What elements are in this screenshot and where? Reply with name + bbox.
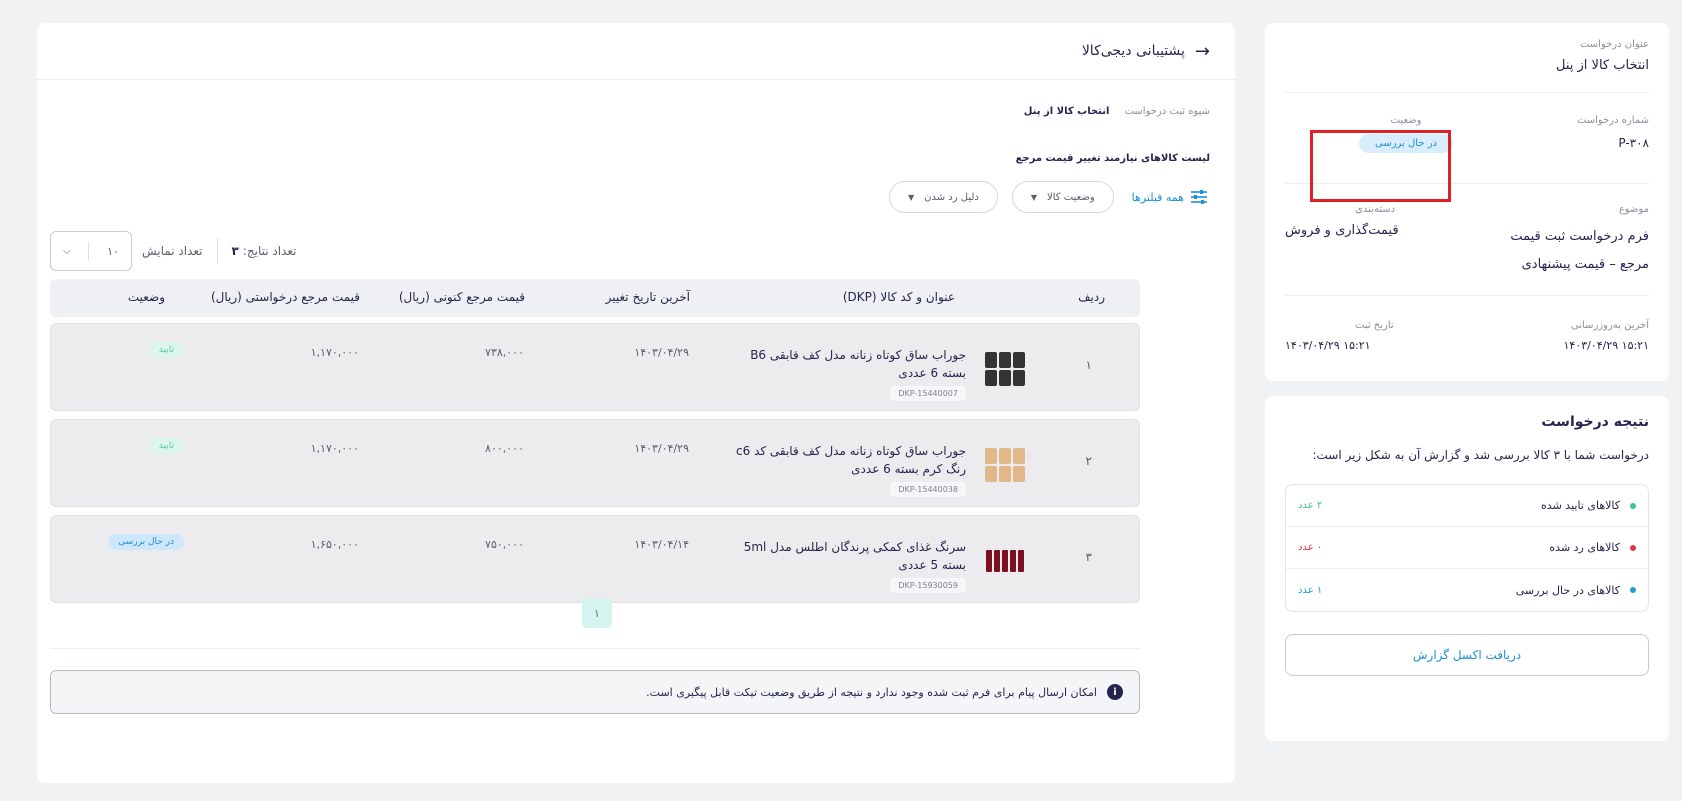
- current-price: ۷۳۸,۰۰۰: [485, 346, 524, 359]
- product-thumbnail-cream-socks: [983, 440, 1027, 490]
- all-filters-button[interactable]: همه فیلترها: [1132, 191, 1184, 204]
- product-dkp-code: DKP-15440007: [890, 386, 966, 401]
- main-panel: → پشتیبانی دیجی‌کالا شیوه ثبت درخواست ان…: [37, 23, 1235, 783]
- table-row[interactable]: ۲ جوراب ساق کوتاه زنانه مدل کف قابقی کد …: [50, 419, 1140, 507]
- request-title-value: انتخاب کالا از پنل: [1556, 58, 1649, 73]
- last-change-date: ۱۴۰۳/۰۴/۱۴: [634, 538, 689, 551]
- header-title: پشتیبانی دیجی‌کالا: [1081, 43, 1185, 59]
- request-created-label: تاریخ ثبت: [1355, 320, 1394, 331]
- product-title: جوراب ساق کوتاه زنانه مدل کف قابقی کد c6…: [736, 444, 966, 476]
- request-result-card: نتیجه درخواست درخواست شما با ۳ کالا بررس…: [1265, 396, 1669, 741]
- request-number-label: شماره درخواست: [1576, 115, 1649, 126]
- result-row-count: ۲ عدد: [1298, 500, 1323, 511]
- status-badge: تایید: [148, 438, 184, 454]
- table-row[interactable]: ۳ سرنگ غذای کمکی پرندگان اطلس مدل 5ml بس…: [50, 515, 1140, 603]
- result-description: درخواست شما با ۳ کالا بررسی شد و گزارش آ…: [1312, 448, 1649, 462]
- registration-method: شیوه ثبت درخواست انتخاب کالا از پنل: [1024, 106, 1210, 117]
- current-price: ۸۰۰,۰۰۰: [485, 442, 524, 455]
- page-size-label: تعداد نمایش: [142, 244, 203, 258]
- result-row-approved: کالاهای تایید شده ۲ عدد: [1286, 485, 1648, 527]
- result-row-reviewing: کالاهای در حال بررسی ۱ عدد: [1286, 569, 1648, 611]
- result-row-rejected: کالاهای رد شده ۰ عدد: [1286, 527, 1648, 569]
- request-created-value: ۱۵:۲۱ ۱۴۰۳/۰۴/۲۹: [1285, 339, 1371, 352]
- result-row-count: ۱ عدد: [1298, 584, 1323, 596]
- status-badge: تایید: [148, 342, 184, 358]
- approved-dot-icon: [1630, 502, 1636, 509]
- main-header: → پشتیبانی دیجی‌کالا: [37, 23, 1235, 80]
- product-title: جوراب ساق کوتاه زنانه مدل کف قابقی B6 بس…: [750, 348, 966, 380]
- results-meta: تعداد نتایج: ۳ تعداد نمایش ۱۰ ⌵: [50, 231, 297, 271]
- result-row-label: کالاهای رد شده: [1549, 541, 1620, 554]
- results-count-label: تعداد نتایج:: [242, 244, 297, 258]
- back-arrow-icon[interactable]: →: [1195, 41, 1210, 62]
- results-count-value: ۳: [231, 244, 239, 258]
- request-category-label: دسته‌بندی: [1355, 204, 1396, 215]
- reject-reason-filter-dropdown[interactable]: دلیل رد شدن ▼: [888, 181, 998, 213]
- result-row-count: ۰ عدد: [1298, 542, 1323, 553]
- requested-price: ۱,۱۷۰,۰۰۰: [310, 346, 359, 359]
- column-status: وضعیت: [127, 290, 165, 304]
- column-title: عنوان و کد کالا (DKP): [842, 290, 955, 304]
- notice-text: امکان ارسال پیام برای فرم ثبت شده وجود ن…: [646, 685, 1097, 699]
- result-row-label: کالاهای در حال بررسی: [1515, 583, 1620, 597]
- chevron-down-icon: ▼: [1030, 192, 1037, 202]
- request-updated-value: ۱۵:۲۱ ۱۴۰۳/۰۴/۲۹: [1563, 339, 1649, 352]
- table-header: ردیف عنوان و کد کالا (DKP) آخرین تاریخ ت…: [50, 279, 1140, 317]
- result-summary-box: کالاهای تایید شده ۲ عدد کالاهای رد شده ۰…: [1285, 484, 1649, 612]
- request-subject-label: موضوع: [1618, 204, 1649, 215]
- request-subject-value: فرم درخواست ثبت قیمت مرجع – قیمت پیشنهاد…: [1510, 229, 1649, 272]
- meta-divider: [216, 238, 218, 264]
- registration-method-label: شیوه ثبت درخواست: [1124, 106, 1210, 117]
- last-change-date: ۱۴۰۳/۰۴/۲۹: [634, 346, 689, 359]
- request-category-value: قیمت‌گذاری و فروش: [1285, 223, 1399, 238]
- reviewing-dot-icon: [1630, 587, 1636, 593]
- product-thumbnail-black-socks: [983, 344, 1027, 394]
- registration-method-value: انتخاب کالا از پنل: [1023, 106, 1110, 117]
- last-change-date: ۱۴۰۳/۰۴/۲۹: [634, 442, 689, 455]
- column-current-price: قیمت مرجع کنونی (ریال): [398, 290, 525, 304]
- notice-banner: i امکان ارسال پیام برای فرم ثبت شده وجود…: [50, 670, 1140, 714]
- pagination-page-1[interactable]: ۱: [582, 598, 612, 628]
- request-updated-label: آخرین به‌روزرسانی: [1570, 320, 1649, 331]
- filter-bar: همه فیلترها وضعیت کالا ▼ دلیل رد شدن ▼: [875, 181, 1210, 213]
- status-highlight-box: [1310, 130, 1451, 202]
- page-size-select[interactable]: ۱۰ ⌵: [50, 231, 132, 271]
- request-number-value: P-۳۰۸: [1618, 136, 1649, 150]
- product-dkp-code: DKP-15440038: [890, 482, 966, 497]
- page-size-value: ۱۰: [107, 244, 119, 258]
- download-excel-button[interactable]: دریافت اکسل گزارش: [1285, 634, 1649, 676]
- column-requested-price: قیمت مرجع درخواستی (ریال): [210, 290, 360, 304]
- request-info-card: عنوان درخواست انتخاب کالا از پنل شماره د…: [1265, 23, 1669, 381]
- request-status-label: وضعیت: [1390, 115, 1422, 126]
- column-last-change: آخرین تاریخ تغییر: [605, 290, 690, 304]
- row-index: ۱: [1085, 358, 1092, 372]
- chevron-down-icon: ▼: [907, 192, 915, 202]
- status-badge: در حال بررسی: [108, 534, 184, 550]
- current-price: ۷۵۰,۰۰۰: [485, 538, 524, 551]
- result-row-label: کالاهای تایید شده: [1541, 499, 1620, 512]
- request-title-row: عنوان درخواست انتخاب کالا از پنل: [1285, 23, 1649, 93]
- select-divider: [88, 242, 90, 260]
- section-divider: [50, 648, 1140, 649]
- column-index: ردیف: [1078, 290, 1105, 304]
- filter-sliders-icon[interactable]: [1188, 186, 1210, 208]
- status-filter-label: وضعیت کالا: [1047, 191, 1095, 203]
- requested-price: ۱,۱۷۰,۰۰۰: [310, 442, 359, 455]
- info-icon: i: [1107, 684, 1123, 700]
- product-title: سرنگ غذای کمکی پرندگان اطلس مدل 5ml بسته…: [743, 540, 966, 572]
- request-dates-row: آخرین به‌روزرسانی ۱۵:۲۱ ۱۴۰۳/۰۴/۲۹ تاریخ…: [1285, 296, 1649, 376]
- table-row[interactable]: ۱ جوراب ساق کوتاه زنانه مدل کف قابقی B6 …: [50, 323, 1140, 411]
- reject-reason-filter-label: دلیل رد شدن: [924, 191, 979, 203]
- row-index: ۲: [1085, 454, 1092, 468]
- chevron-down-icon: ⌵: [63, 245, 71, 257]
- product-dkp-code: DKP-15930059: [890, 578, 966, 593]
- status-filter-dropdown[interactable]: وضعیت کالا ▼: [1011, 181, 1114, 213]
- rejected-dot-icon: [1630, 544, 1636, 551]
- request-title-label: عنوان درخواست: [1579, 39, 1649, 50]
- row-index: ۳: [1085, 550, 1092, 564]
- result-title: نتیجه درخواست: [1541, 414, 1649, 430]
- list-title: لیست کالاهای نیازمند تغییر قیمت مرجع: [1015, 153, 1210, 164]
- product-thumbnail-syringes: [983, 536, 1027, 586]
- requested-price: ۱,۶۵۰,۰۰۰: [310, 538, 359, 551]
